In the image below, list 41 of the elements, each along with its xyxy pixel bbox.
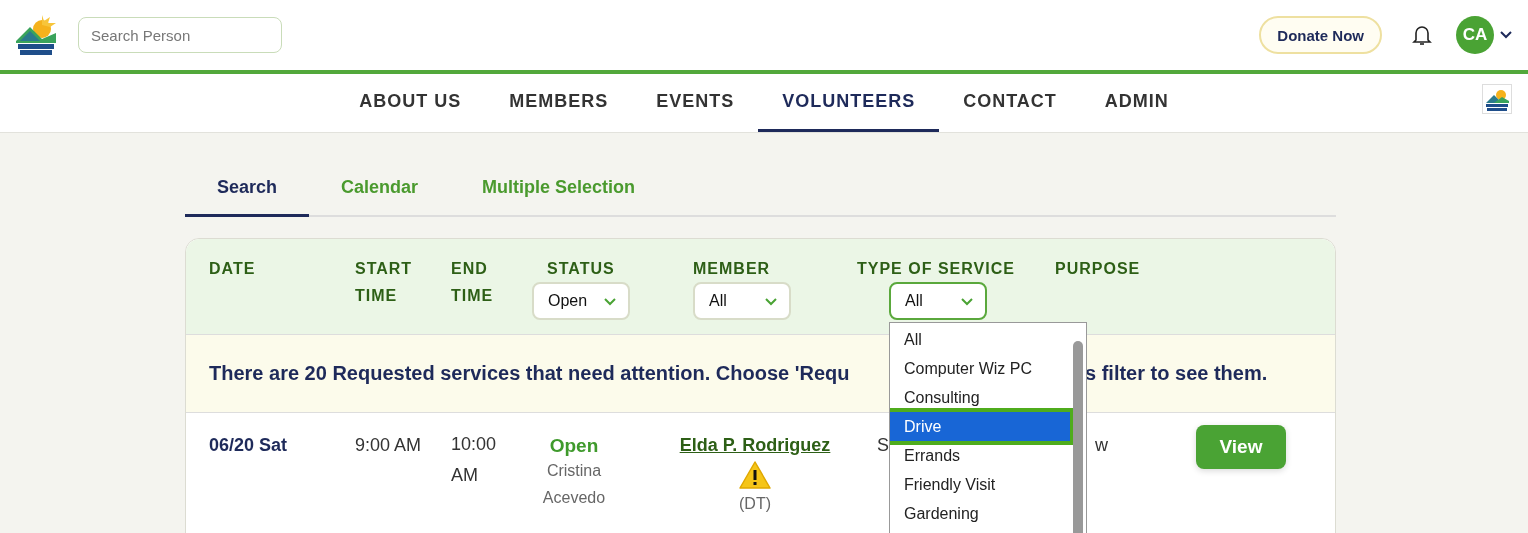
chevron-down-icon xyxy=(765,298,777,306)
dropdown-option[interactable]: Consulting xyxy=(890,383,1070,412)
start-time-cell-text: 9:00 AM xyxy=(355,435,423,457)
nav-link[interactable]: EVENTS xyxy=(632,74,759,132)
service-cell: S xyxy=(877,435,889,456)
dropdown-option[interactable]: Gardening xyxy=(890,499,1070,528)
column-heading: PURPOSE xyxy=(1055,259,1142,279)
nav-link[interactable]: CONTACT xyxy=(939,74,1081,132)
chevron-down-icon xyxy=(961,298,973,306)
dropdown-option[interactable]: Computer Wiz PC xyxy=(890,354,1070,383)
purpose-cell: w xyxy=(1095,435,1108,456)
donate-button[interactable]: Donate Now xyxy=(1259,16,1382,54)
nav-link[interactable]: MEMBERS xyxy=(485,74,633,132)
filter-select[interactable]: Open xyxy=(532,282,630,320)
tab[interactable]: Search xyxy=(185,160,310,217)
dropdown-option[interactable]: All xyxy=(890,325,1070,354)
member-link[interactable]: Elda P. Rodriguez xyxy=(679,435,831,456)
attention-message: There are 20 Requested services that need attention. Choose 'Requ xyxy=(209,362,851,385)
nav-link[interactable]: ADMIN xyxy=(1080,74,1193,132)
column-heading: START TIME xyxy=(355,259,414,306)
date-cell-text: 06/20 Sat xyxy=(209,435,289,457)
dropdown-option[interactable]: Errands xyxy=(890,441,1070,470)
column-heading: MEMBER xyxy=(693,259,772,279)
volunteer-name: Cristina Acevedo xyxy=(541,461,607,508)
logo-icon xyxy=(1482,84,1512,114)
column-heading: END TIME xyxy=(451,259,495,306)
dropdown-option[interactable]: Friendly Visit xyxy=(890,470,1070,499)
notification-bell-icon[interactable] xyxy=(1412,24,1432,46)
member-note: (DT) xyxy=(738,494,772,514)
chevron-down-icon xyxy=(604,298,616,306)
search-field[interactable]: Search Person xyxy=(78,17,282,53)
column-heading: DATE xyxy=(209,259,257,279)
status-label: Open xyxy=(549,435,599,457)
filter-select[interactable]: All xyxy=(693,282,791,320)
column-heading: STATUS xyxy=(547,259,616,279)
scrollbar[interactable] xyxy=(1073,341,1083,533)
column-heading: TYPE OF SERVICE xyxy=(857,259,1016,279)
end-time-cell-text: 10:00 AM xyxy=(451,433,498,487)
nav-link[interactable]: VOLUNTEERS xyxy=(758,74,940,132)
chevron-down-icon[interactable] xyxy=(1500,31,1512,39)
nav-link[interactable]: ABOUT US xyxy=(335,74,486,132)
